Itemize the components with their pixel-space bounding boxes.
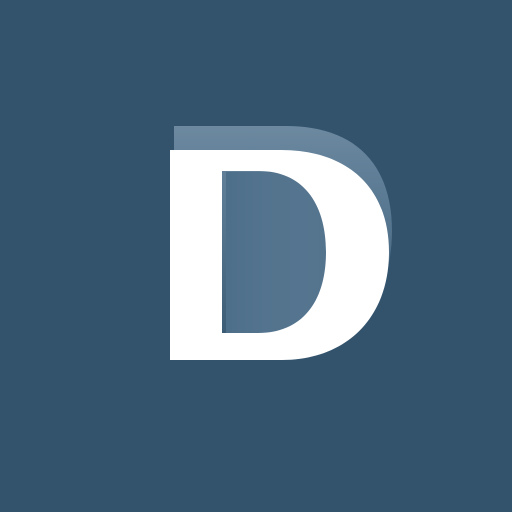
d-logo-icon [170,126,392,360]
app-icon: D [0,0,512,512]
